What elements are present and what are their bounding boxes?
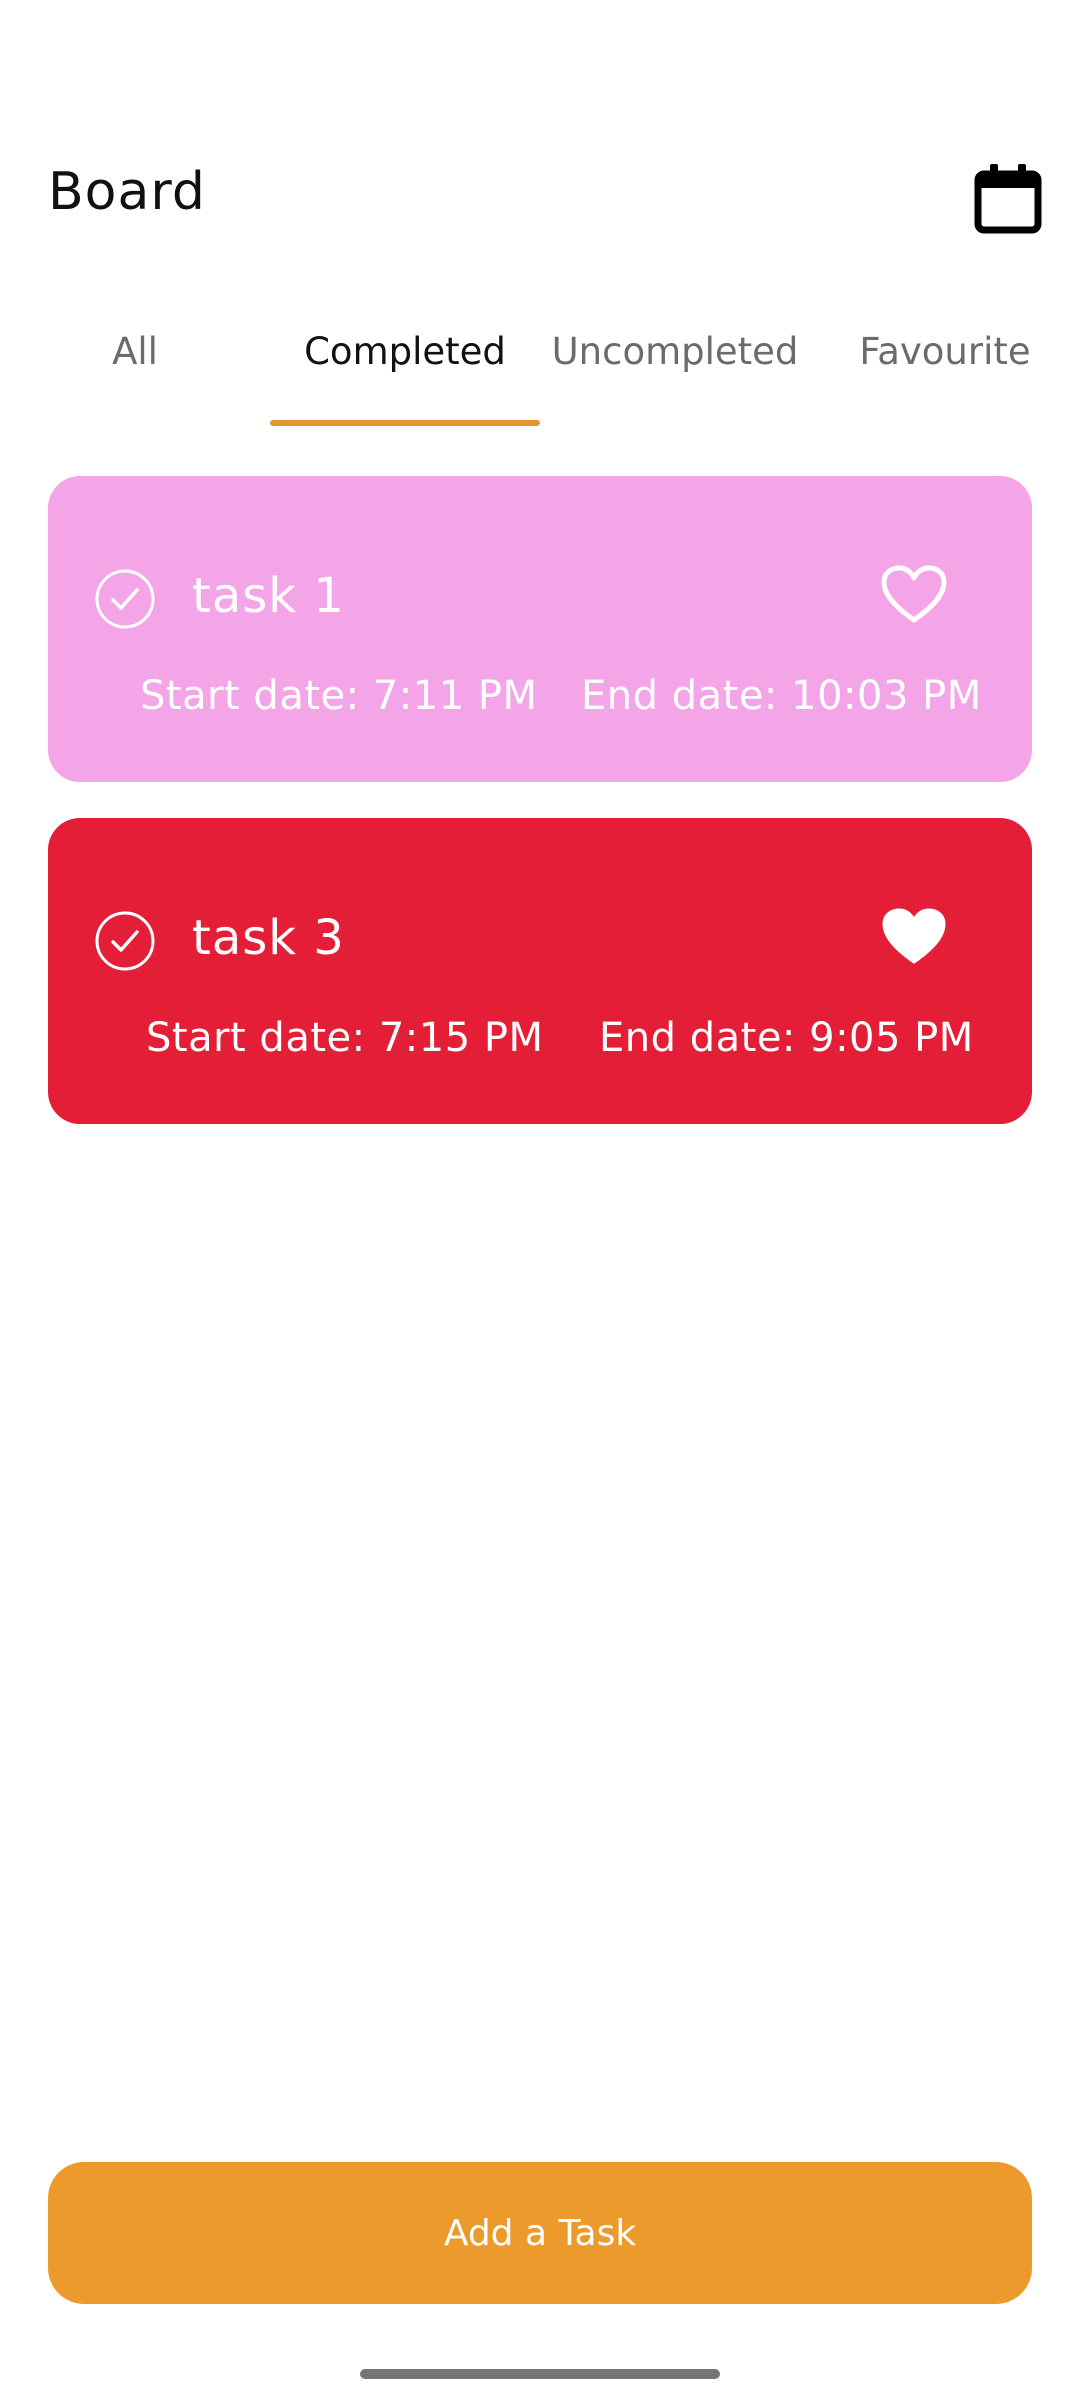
add-task-button[interactable]: Add a Task bbox=[48, 2162, 1032, 2304]
complete-checkbox[interactable] bbox=[94, 568, 156, 630]
tab-uncompleted[interactable]: Uncompleted bbox=[540, 300, 810, 430]
tab-completed-label: Completed bbox=[304, 330, 506, 373]
end-date: End date: 10:03 PM bbox=[581, 673, 982, 719]
heart-filled-icon bbox=[882, 908, 946, 964]
end-date: End date: 9:05 PM bbox=[599, 1015, 974, 1061]
calendar-button[interactable] bbox=[972, 160, 1044, 236]
tab-bar: All Completed Uncompleted Favourite bbox=[0, 300, 1080, 430]
tab-uncompleted-label: Uncompleted bbox=[551, 330, 799, 373]
tab-all-label: All bbox=[112, 330, 158, 373]
complete-checkbox[interactable] bbox=[94, 910, 156, 972]
task-card[interactable]: task 3 Start date: 7:15 PM End date: 9:0… bbox=[48, 818, 1032, 1124]
page-title: Board bbox=[48, 162, 206, 222]
tab-completed[interactable]: Completed bbox=[270, 300, 540, 430]
tab-all[interactable]: All bbox=[0, 300, 270, 430]
start-date: Start date: 7:15 PM bbox=[146, 1015, 544, 1061]
task-title: task 3 bbox=[192, 910, 345, 966]
task-card[interactable]: task 1 Start date: 7:11 PM End date: 10:… bbox=[48, 476, 1032, 782]
tab-favourite[interactable]: Favourite bbox=[810, 300, 1080, 430]
app-bar: Board bbox=[0, 0, 1080, 260]
check-circle-icon bbox=[95, 911, 155, 971]
check-circle-icon bbox=[95, 569, 155, 629]
add-task-label: Add a Task bbox=[443, 2212, 637, 2254]
favourite-button[interactable] bbox=[880, 906, 948, 968]
tab-favourite-label: Favourite bbox=[859, 330, 1031, 373]
heart-outline-icon bbox=[881, 565, 947, 623]
start-date: Start date: 7:11 PM bbox=[140, 673, 538, 719]
calendar-icon bbox=[974, 164, 1042, 234]
favourite-button[interactable] bbox=[880, 564, 948, 626]
task-title: task 1 bbox=[192, 568, 345, 624]
active-tab-indicator bbox=[270, 420, 540, 426]
home-indicator[interactable] bbox=[360, 2369, 720, 2379]
